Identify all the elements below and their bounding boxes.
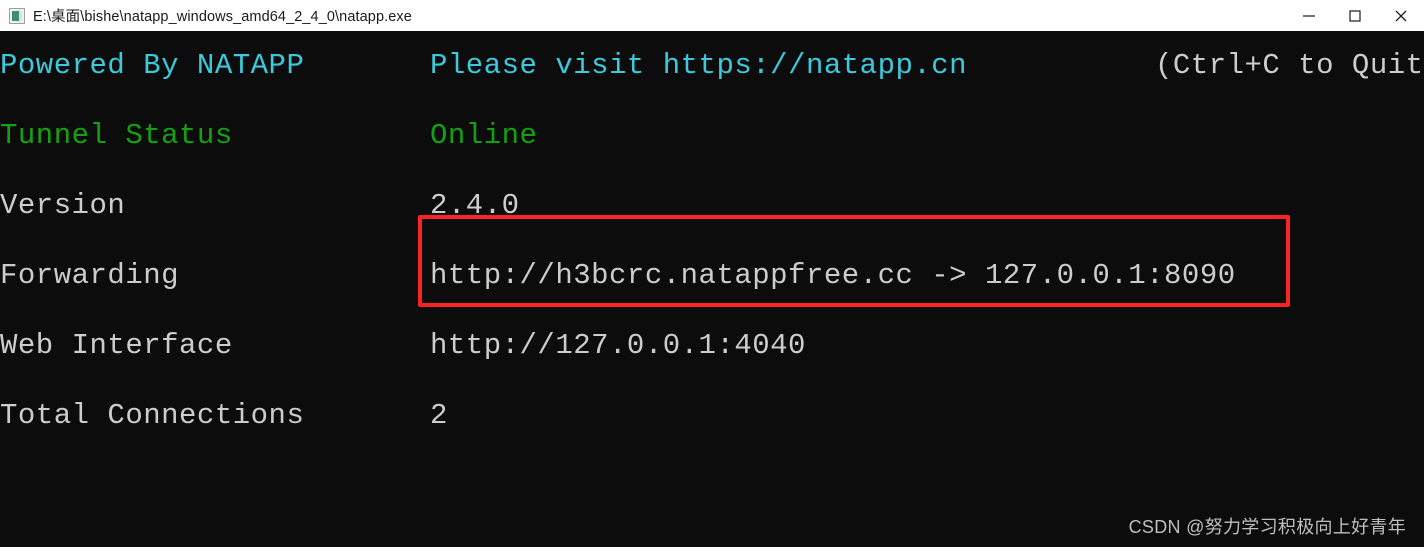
natapp-console-window: E:\桌面\bishe\natapp_windows_amd64_2_4_0\n… — [0, 0, 1424, 547]
minimize-icon[interactable] — [1286, 0, 1332, 31]
csdn-watermark: CSDN @努力学习积极向上好青年 — [1128, 517, 1406, 537]
forwarding-url: http://h3bcrc.natappfree.cc -> 127.0.0.1… — [430, 259, 1236, 292]
row-label: Tunnel Status — [0, 119, 233, 152]
console-row-tunnel-status: Tunnel Status Online — [0, 101, 1424, 171]
console-row-total-connections: Total Connections 2 — [0, 381, 1424, 451]
row-value: Online — [430, 119, 538, 152]
title-bar[interactable]: E:\桌面\bishe\natapp_windows_amd64_2_4_0\n… — [0, 0, 1424, 31]
window-controls — [1286, 0, 1424, 31]
row-value: 2 — [430, 399, 448, 432]
row-value: 2.4.0 — [430, 189, 520, 222]
visit-url-text: Please visit https://natapp.cn — [430, 49, 968, 82]
row-label: Web Interface — [0, 329, 233, 362]
quit-hint-text: (Ctrl+C to Quit — [1155, 49, 1424, 82]
close-icon[interactable] — [1378, 0, 1424, 31]
row-label: Total Connections — [0, 399, 305, 432]
web-interface-url: http://127.0.0.1:4040 — [430, 329, 806, 362]
console-row-web-interface: Web Interface http://127.0.0.1:4040 — [0, 311, 1424, 381]
console-row-forwarding: Forwarding http://h3bcrc.natappfree.cc -… — [0, 241, 1424, 311]
maximize-icon[interactable] — [1332, 0, 1378, 31]
row-label: Version — [0, 189, 126, 222]
row-label: Forwarding — [0, 259, 180, 292]
window-title: E:\桌面\bishe\natapp_windows_amd64_2_4_0\n… — [33, 9, 412, 25]
console-line-header: Powered By NATAPP Please visit https://n… — [0, 31, 1424, 101]
powered-by-text: Powered By NATAPP — [0, 49, 305, 82]
console-app-icon — [9, 7, 25, 24]
console-row-version: Version 2.4.0 — [0, 171, 1424, 241]
console-output-area[interactable]: Powered By NATAPP Please visit https://n… — [0, 31, 1424, 547]
